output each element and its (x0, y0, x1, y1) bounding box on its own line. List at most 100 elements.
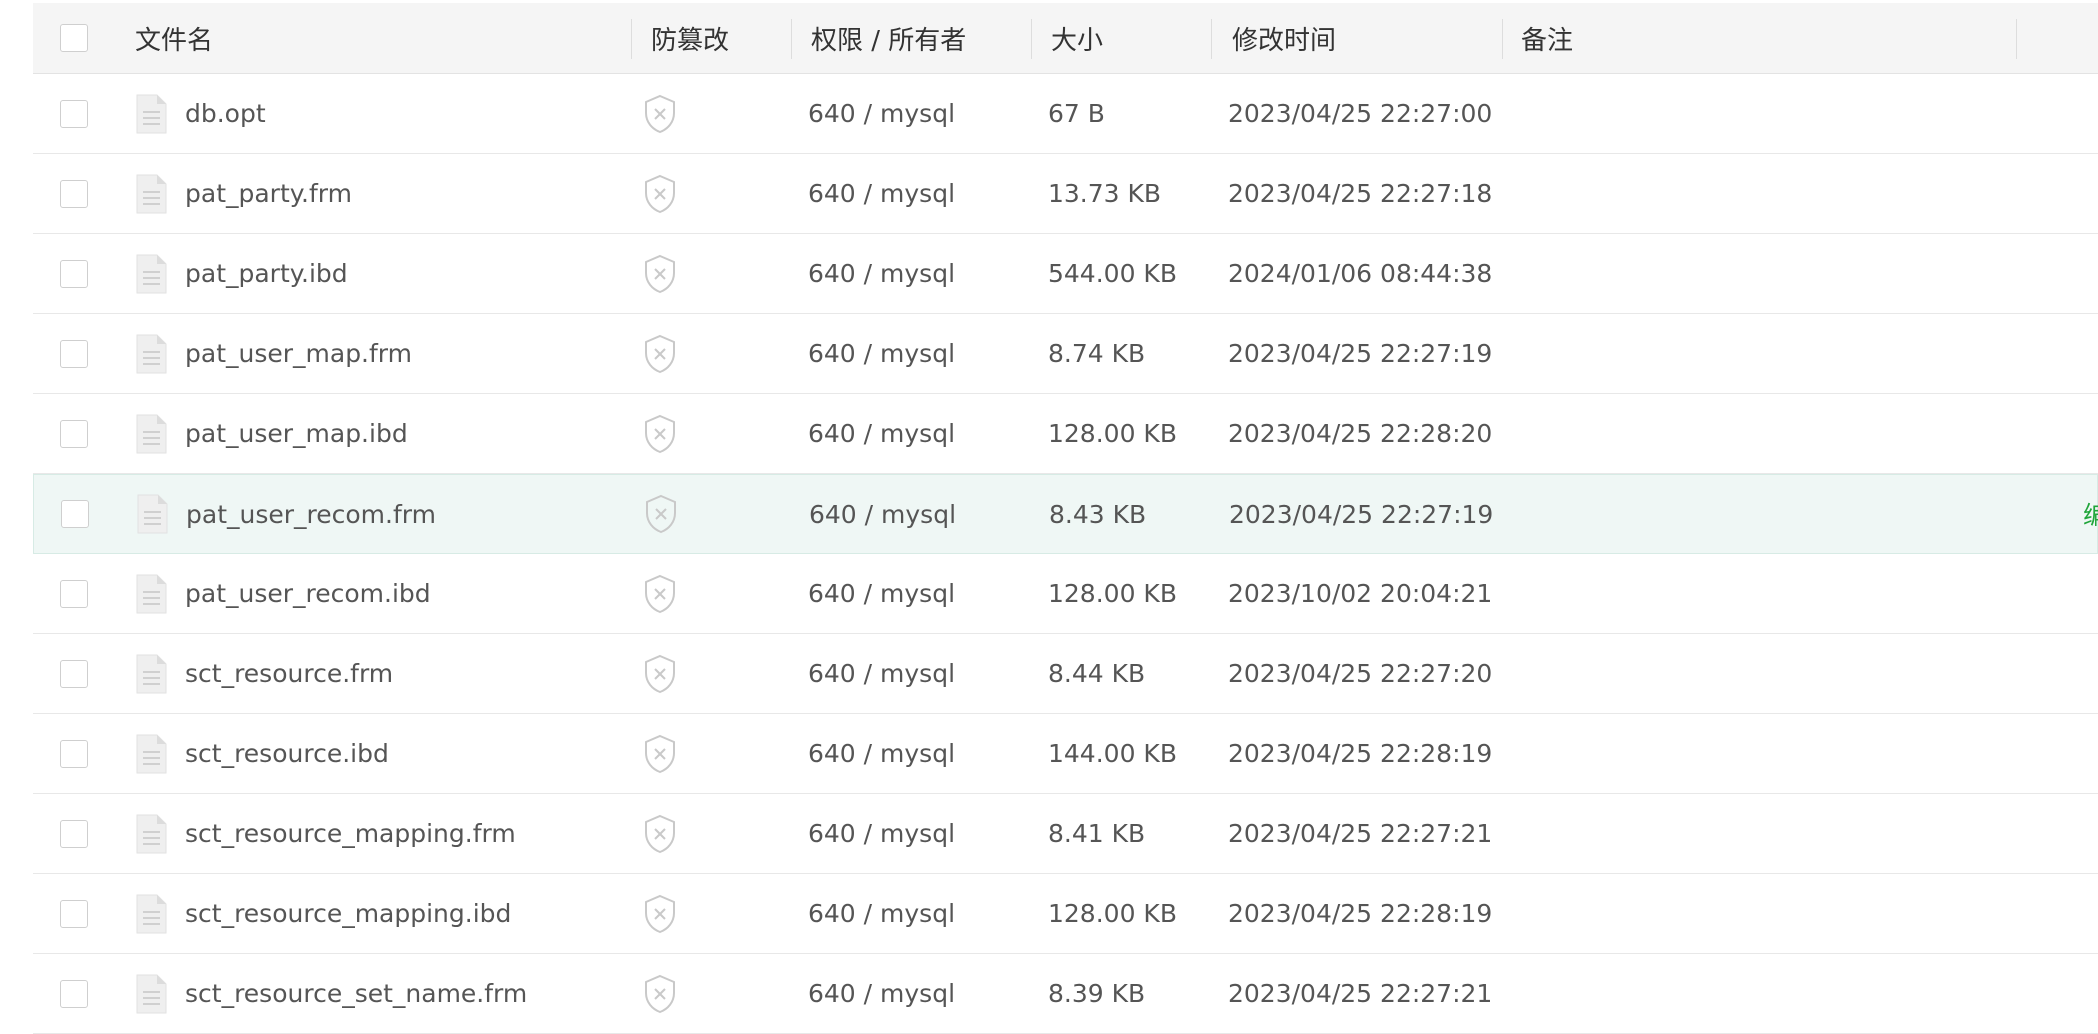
column-divider[interactable] (791, 19, 792, 59)
filename-text[interactable]: sct_resource.ibd (185, 739, 389, 768)
table-row[interactable]: sct_resource.ibd 640 / mysql 144.00 KB 2023… (33, 714, 2098, 794)
permission-cell[interactable]: 640 / mysql (808, 794, 955, 873)
shield-x-icon[interactable] (643, 814, 677, 854)
column-divider[interactable] (631, 19, 632, 59)
row-checkbox[interactable] (60, 659, 88, 688)
filename-cell[interactable]: sct_resource_mapping.ibd (135, 874, 511, 953)
shield-x-icon[interactable] (643, 894, 677, 934)
protect-cell[interactable] (643, 394, 677, 473)
row-checkbox[interactable] (60, 899, 88, 928)
protect-cell[interactable] (643, 314, 677, 393)
shield-x-icon[interactable] (643, 174, 677, 214)
row-checkbox-cell[interactable] (60, 394, 88, 473)
permission-cell[interactable]: 640 / mysql (808, 634, 955, 713)
protect-cell[interactable] (643, 634, 677, 713)
row-checkbox-cell[interactable] (60, 554, 88, 633)
protect-cell[interactable] (643, 874, 677, 953)
row-checkbox-cell[interactable] (60, 954, 88, 1033)
shield-x-icon[interactable] (643, 334, 677, 374)
table-row[interactable]: pat_party.frm 640 / mysql 13.73 KB 2023/04/… (33, 154, 2098, 234)
filename-cell[interactable]: pat_user_recom.ibd (135, 554, 431, 633)
select-all-cell[interactable] (60, 3, 88, 73)
row-checkbox[interactable] (60, 99, 88, 128)
protect-cell[interactable] (643, 714, 677, 793)
filename-cell[interactable]: sct_resource_set_name.frm (135, 954, 527, 1033)
shield-x-icon[interactable] (643, 414, 677, 454)
header-modified[interactable]: 修改时间 (1232, 3, 1336, 73)
filename-cell[interactable]: sct_resource.ibd (135, 714, 389, 793)
row-checkbox[interactable] (60, 739, 88, 768)
row-checkbox-cell[interactable] (60, 714, 88, 793)
table-row[interactable]: pat_user_map.frm 640 / mysql 8.74 KB 2023/0… (33, 314, 2098, 394)
filename-text[interactable]: sct_resource.frm (185, 659, 393, 688)
row-checkbox[interactable] (60, 419, 88, 448)
table-row[interactable]: sct_resource.frm 640 / mysql 8.44 KB 2023/0… (33, 634, 2098, 714)
filename-text[interactable]: pat_user_map.frm (185, 339, 412, 368)
row-checkbox[interactable] (60, 819, 88, 848)
column-divider[interactable] (1502, 19, 1503, 59)
filename-cell[interactable]: pat_party.frm (135, 154, 352, 233)
protect-cell[interactable] (643, 554, 677, 633)
filename-cell[interactable]: sct_resource.frm (135, 634, 393, 713)
row-checkbox-cell[interactable] (61, 475, 89, 553)
filename-text[interactable]: db.opt (185, 99, 266, 128)
filename-cell[interactable]: pat_user_recom.frm (136, 475, 436, 553)
header-permission[interactable]: 权限 / 所有者 (811, 3, 966, 73)
header-size[interactable]: 大小 (1051, 3, 1103, 73)
row-checkbox[interactable] (60, 259, 88, 288)
permission-cell[interactable]: 640 / mysql (809, 475, 956, 553)
permission-cell[interactable]: 640 / mysql (808, 314, 955, 393)
column-divider[interactable] (2016, 19, 2017, 59)
table-row[interactable]: db.opt 640 / mysql 67 B 2023/04/25 22:27:00 (33, 74, 2098, 154)
filename-text[interactable]: pat_user_map.ibd (185, 419, 408, 448)
shield-x-icon[interactable] (643, 974, 677, 1014)
protect-cell[interactable] (643, 954, 677, 1033)
permission-cell[interactable]: 640 / mysql (808, 554, 955, 633)
filename-text[interactable]: sct_resource_mapping.ibd (185, 899, 511, 928)
table-row[interactable]: pat_user_map.ibd 640 / mysql 128.00 KB 2023… (33, 394, 2098, 474)
table-row[interactable]: pat_party.ibd 640 / mysql 544.00 KB 2024/01… (33, 234, 2098, 314)
header-filename[interactable]: 文件名 (135, 3, 213, 73)
row-checkbox[interactable] (61, 500, 89, 528)
table-row[interactable]: sct_resource_mapping.frm 640 / mysql 8.41 … (33, 794, 2098, 874)
permission-cell[interactable]: 640 / mysql (808, 714, 955, 793)
protect-cell[interactable] (644, 475, 678, 553)
row-checkbox[interactable] (60, 979, 88, 1008)
shield-x-icon[interactable] (643, 734, 677, 774)
permission-cell[interactable]: 640 / mysql (808, 234, 955, 313)
row-checkbox[interactable] (60, 179, 88, 208)
permission-cell[interactable]: 640 / mysql (808, 874, 955, 953)
filename-text[interactable]: pat_user_recom.frm (186, 500, 436, 529)
shield-x-icon[interactable] (643, 654, 677, 694)
table-row[interactable]: pat_user_recom.ibd 640 / mysql 128.00 KB 20… (33, 554, 2098, 634)
filename-text[interactable]: pat_party.frm (185, 179, 352, 208)
filename-text[interactable]: sct_resource_mapping.frm (185, 819, 516, 848)
header-protect[interactable]: 防篡改 (651, 3, 729, 73)
shield-x-icon[interactable] (643, 254, 677, 294)
filename-cell[interactable]: pat_user_map.frm (135, 314, 412, 393)
protect-cell[interactable] (643, 234, 677, 313)
row-checkbox-cell[interactable] (60, 74, 88, 153)
shield-x-icon[interactable] (644, 494, 678, 534)
row-checkbox-cell[interactable] (60, 234, 88, 313)
row-checkbox[interactable] (60, 579, 88, 608)
filename-text[interactable]: pat_party.ibd (185, 259, 348, 288)
permission-cell[interactable]: 640 / mysql (808, 394, 955, 473)
protect-cell[interactable] (643, 794, 677, 873)
row-checkbox-cell[interactable] (60, 874, 88, 953)
row-checkbox-cell[interactable] (60, 314, 88, 393)
table-row[interactable]: sct_resource_set_name.frm 640 / mysql 8.39… (33, 954, 2098, 1034)
shield-x-icon[interactable] (643, 574, 677, 614)
header-note[interactable]: 备注 (1521, 3, 1573, 73)
table-row[interactable]: pat_user_recom.frm 640 / mysql 8.43 KB 2023… (33, 474, 2098, 554)
filename-cell[interactable]: db.opt (135, 74, 266, 153)
select-all-checkbox[interactable] (60, 24, 88, 52)
permission-cell[interactable]: 640 / mysql (808, 954, 955, 1033)
column-divider[interactable] (1211, 19, 1212, 59)
protect-cell[interactable] (643, 74, 677, 153)
permission-cell[interactable]: 640 / mysql (808, 74, 955, 153)
filename-cell[interactable]: pat_user_map.ibd (135, 394, 408, 473)
shield-x-icon[interactable] (643, 94, 677, 134)
edit-action-link[interactable]: 编 (2083, 475, 2098, 553)
filename-text[interactable]: sct_resource_set_name.frm (185, 979, 527, 1008)
